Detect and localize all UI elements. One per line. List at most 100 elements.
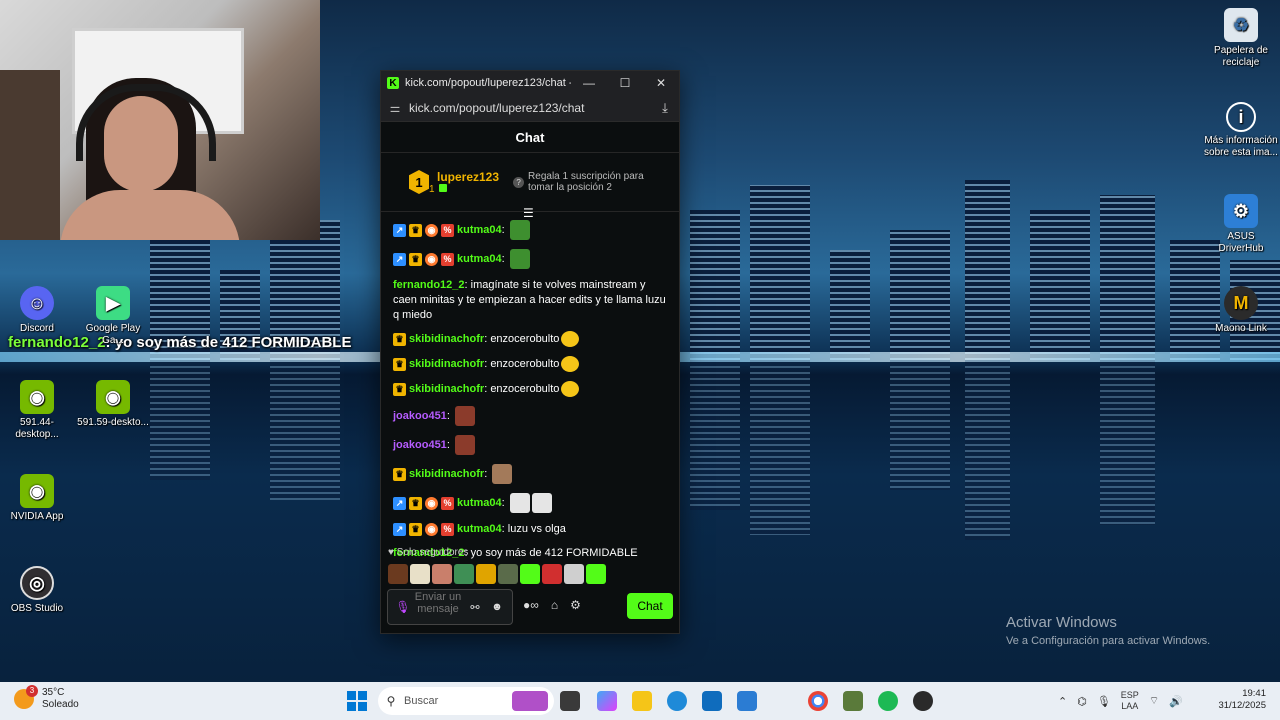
desktop-icon-obs-studio[interactable]: ◎ OBS Studio [0,566,74,615]
desktop-icon-discord[interactable]: ☺ Discord [0,286,74,335]
chat-emote[interactable] [509,220,530,240]
chat-username[interactable]: kutma04 [457,522,502,537]
moderator-badge-icon[interactable]: ↗ [393,496,406,510]
vip-crown-badge-icon[interactable]: ♛ [393,357,406,371]
vip-crown-badge-icon[interactable]: ♛ [393,467,406,481]
desktop-icon-nvidia-installer-2[interactable]: ◉ 591.59-deskto... [76,380,150,429]
outlook-icon[interactable] [737,691,757,711]
mic-tray-icon[interactable]: 🎙 [1097,695,1111,708]
url-text[interactable]: kick.com/popout/luperez123/chat [409,101,651,115]
desktop-icon-nvidia-app[interactable]: ◉ NVIDIA App [0,474,74,523]
emoji-icon[interactable]: ☻ [486,601,508,613]
sort-icon[interactable]: ☰ [523,206,534,220]
taskbar-search[interactable]: ⚲ Buscar [378,687,554,715]
language-indicator[interactable]: ESP LAA [1121,690,1139,712]
leaderboard-user[interactable]: luperez123 [437,170,499,184]
desktop-icon-maono-link[interactable]: M Maono Link [1204,286,1278,335]
chat-emote[interactable] [561,331,580,347]
quick-emote[interactable] [542,564,562,584]
desktop-icon-image-info[interactable]: i Más información sobre esta ima... [1204,102,1278,159]
og-badge-icon[interactable]: ◉ [425,223,438,237]
message-input[interactable] [412,591,464,623]
quick-emote[interactable] [564,564,584,584]
username-separator: : [501,252,508,265]
volume-icon[interactable]: 🔊 [1169,695,1183,708]
chat-emote[interactable] [561,381,580,397]
quick-emote[interactable] [388,564,408,584]
chat-username[interactable]: skibidinachofr [409,382,484,397]
network-icon[interactable]: ⌬ [1077,695,1087,708]
site-settings-icon[interactable]: ⚌ [381,101,409,115]
moderator-badge-icon[interactable]: ↗ [393,252,406,266]
copilot-icon[interactable] [597,691,617,711]
microphone-icon[interactable]: 🎙 [394,600,412,614]
start-button[interactable] [347,691,367,711]
chat-username[interactable]: kutma04 [457,252,502,267]
quick-emote[interactable] [476,564,496,584]
chat-username[interactable]: skibidinachofr [409,332,484,347]
kicks-icon[interactable]: ●∞ [523,598,539,612]
subscriber-badge-icon[interactable]: % [441,223,454,237]
desktop-icon-asus-driverhub[interactable]: ⚙ ASUS DriverHub [1204,194,1278,255]
chat-emote[interactable] [492,464,513,484]
chat-username[interactable]: kutma04 [457,496,502,511]
wifi-icon[interactable]: ⌔ [1149,694,1159,708]
chat-emote[interactable] [561,356,580,372]
vip-crown-badge-icon[interactable]: ♛ [409,223,422,237]
chat-emote[interactable] [509,493,530,513]
weather-widget[interactable]: 3 35°C Soleado [14,685,79,711]
moderator-badge-icon[interactable]: ↗ [393,223,406,237]
og-badge-icon[interactable]: ◉ [425,252,438,266]
quick-emote[interactable] [520,564,540,584]
vip-crown-badge-icon[interactable]: ♛ [409,252,422,266]
maximize-icon[interactable]: ☐ [607,76,643,90]
og-badge-icon[interactable]: ◉ [425,496,438,510]
file-explorer-icon[interactable] [632,691,652,711]
chat-username[interactable]: kutma04 [457,223,502,238]
chat-emote[interactable] [454,435,475,455]
task-view-icon[interactable] [560,691,580,711]
quick-emote[interactable] [410,564,430,584]
vip-crown-badge-icon[interactable]: ♛ [409,523,422,536]
chat-username[interactable]: fernando12_2 [393,279,465,291]
subscriber-badge-icon[interactable]: % [441,523,454,536]
desktop-icon-google-play[interactable]: ▶ Google Play Ga... [76,286,150,347]
edge-icon[interactable] [667,691,687,711]
vip-crown-badge-icon[interactable]: ♛ [409,496,422,510]
og-badge-icon[interactable]: ◉ [425,523,438,536]
chat-emote[interactable] [509,249,530,269]
quick-emote[interactable] [454,564,474,584]
vip-crown-badge-icon[interactable]: ♛ [393,332,406,346]
minimize-icon[interactable]: — [571,76,607,90]
moderator-badge-icon[interactable]: ↗ [393,523,406,536]
desktop-icon-recycle-bin[interactable]: ♻ Papelera de reciclaje [1204,8,1278,69]
store-icon[interactable]: ⌂ [551,598,558,612]
chat-username[interactable]: skibidinachofr [409,357,484,372]
chat-username[interactable]: skibidinachofr [409,467,484,482]
close-icon[interactable]: ✕ [643,76,679,90]
chat-username[interactable]: joakoo451 [393,438,447,453]
gif-icon[interactable]: ⚯ [464,601,486,614]
window-titlebar[interactable]: K kick.com/popout/luperez123/chat - G...… [381,71,679,95]
chat-emote[interactable] [454,406,475,426]
minecraft-icon[interactable] [843,691,863,711]
chevron-up-icon[interactable]: ⌃ [1058,695,1067,708]
chat-emote[interactable] [531,493,552,513]
quick-emote[interactable] [586,564,606,584]
leaderboard-info[interactable]: ? Regala 1 suscripción para tomar la pos… [513,171,653,193]
clock[interactable]: 19:41 31/12/2025 [1212,688,1266,712]
obs-taskbar-icon[interactable] [913,691,933,711]
settings-gear-icon[interactable]: ⚙ [570,598,581,612]
chrome-icon[interactable] [808,691,828,711]
vip-crown-badge-icon[interactable]: ♛ [393,382,406,396]
send-chat-button[interactable]: Chat [627,593,673,619]
quick-emote[interactable] [432,564,452,584]
quick-emote[interactable] [498,564,518,584]
chat-username[interactable]: joakoo451 [393,409,447,424]
spotify-icon[interactable] [878,691,898,711]
desktop-icon-nvidia-installer-1[interactable]: ◉ 591.44-desktop... [0,380,74,441]
subscriber-badge-icon[interactable]: % [441,252,454,266]
subscriber-badge-icon[interactable]: % [441,496,454,510]
store-taskbar-icon[interactable] [702,691,722,711]
download-icon[interactable]: ⤓ [651,100,679,116]
